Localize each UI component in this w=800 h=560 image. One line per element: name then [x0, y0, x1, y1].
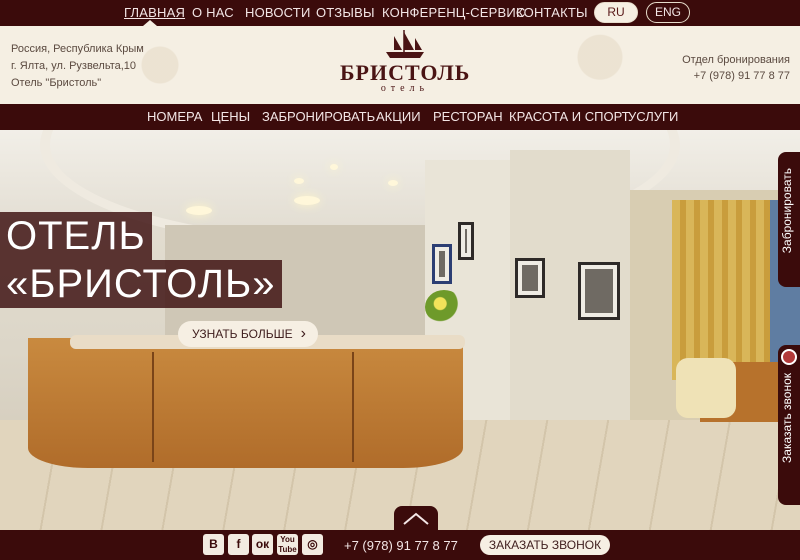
- nav-item-news[interactable]: НОВОСТИ: [245, 5, 311, 20]
- instagram-icon[interactable]: ◎: [302, 534, 323, 555]
- nav-item-about[interactable]: О НАС: [192, 5, 234, 20]
- hero-lobby-image: ОТЕЛЬ «БРИСТОЛЬ» УЗНАТЬ БОЛЬШЕ ›: [0, 130, 800, 530]
- vk-icon[interactable]: В: [203, 534, 224, 555]
- menu-item-rooms[interactable]: НОМЕРА: [147, 109, 202, 124]
- ceiling-light: [388, 180, 398, 186]
- booking-label: Отдел бронирования: [682, 54, 790, 66]
- book-side-tab-label: Забронировать: [780, 168, 794, 254]
- address-line-hotel: Отель "Бристоль": [11, 77, 102, 89]
- hotel-logo[interactable]: БРИСТОЛЬ отель: [340, 30, 470, 100]
- nav-item-conference[interactable]: КОНФЕРЕНЦ-СЕРВИС: [382, 5, 526, 20]
- language-ru-button[interactable]: RU: [594, 2, 638, 23]
- nav-item-home[interactable]: ГЛАВНАЯ: [124, 5, 185, 20]
- ceiling-lamp: [294, 196, 320, 205]
- menu-item-services[interactable]: УСЛУГИ: [628, 109, 678, 124]
- ship-icon: [386, 30, 424, 58]
- counter-panel-line: [352, 352, 354, 462]
- order-call-button[interactable]: ЗАКАЗАТЬ ЗВОНОК: [480, 535, 610, 555]
- book-side-tab[interactable]: Забронировать: [778, 152, 800, 287]
- language-eng-button[interactable]: ENG: [646, 2, 690, 23]
- footer-phone[interactable]: +7 (978) 91 77 8 77: [344, 538, 458, 553]
- menu-item-prices[interactable]: ЦЕНЫ: [211, 109, 250, 124]
- reception-counter: [28, 338, 463, 468]
- address-line-street: г. Ялта, ул. Рузвельта,10: [11, 60, 137, 72]
- youtube-icon[interactable]: You Tube: [277, 534, 298, 555]
- hotel-address: Россия, Республика Крым г. Ялта, ул. Руз…: [11, 41, 144, 92]
- nav-item-reviews[interactable]: ОТЗЫВЫ: [316, 5, 375, 20]
- menu-item-beauty-sport[interactable]: КРАСОТА И СПОРТ: [509, 109, 630, 124]
- booking-info: Отдел бронирования +7 (978) 91 77 8 77: [682, 52, 790, 84]
- facebook-icon[interactable]: f: [228, 534, 249, 555]
- learn-more-button[interactable]: УЗНАТЬ БОЛЬШЕ ›: [178, 321, 318, 347]
- wall-picture: [578, 262, 620, 320]
- ceiling-light: [330, 164, 338, 170]
- nav-item-contacts[interactable]: КОНТАКТЫ: [516, 5, 588, 20]
- callback-side-tab-label: Заказать звонок: [780, 373, 794, 463]
- curtain: [672, 200, 772, 380]
- address-line-country: Россия, Республика Крым: [11, 43, 144, 55]
- scroll-top-button[interactable]: [394, 506, 438, 532]
- chevron-right-icon: ›: [300, 325, 306, 342]
- hero-title-line1: ОТЕЛЬ: [0, 212, 152, 260]
- wall-sign: [432, 244, 452, 284]
- phone-icon: [781, 349, 797, 365]
- odnoklassniki-icon[interactable]: ок: [252, 534, 273, 555]
- hero-title-line2: «БРИСТОЛЬ»: [0, 260, 282, 308]
- flower-vase: [425, 290, 463, 324]
- callback-side-tab[interactable]: Заказать звонок: [778, 345, 800, 505]
- booking-phone[interactable]: +7 (978) 91 77 8 77: [682, 68, 790, 84]
- top-navigation: ГЛАВНАЯ О НАС НОВОСТИ ОТЗЫВЫ КОНФЕРЕНЦ-С…: [0, 0, 800, 26]
- main-navigation: НОМЕРА ЦЕНЫ ЗАБРОНИРОВАТЬ АКЦИИ РЕСТОРАН…: [0, 104, 800, 130]
- wall-picture: [515, 258, 545, 298]
- wall-picture: [458, 222, 474, 260]
- armchair: [676, 358, 736, 418]
- chevron-up-icon: [403, 512, 429, 525]
- ceiling-light: [294, 178, 304, 184]
- menu-item-book[interactable]: ЗАБРОНИРОВАТЬ: [262, 109, 375, 124]
- ceiling-lamp: [186, 206, 212, 215]
- learn-more-label: УЗНАТЬ БОЛЬШЕ: [192, 327, 293, 341]
- menu-item-restaurant[interactable]: РЕСТОРАН: [433, 109, 503, 124]
- menu-item-offers[interactable]: АКЦИИ: [376, 109, 421, 124]
- counter-panel-line: [152, 352, 154, 462]
- footer-bar: В f ок You Tube ◎ +7 (978) 91 77 8 77 ЗА…: [0, 530, 800, 560]
- header: Россия, Республика Крым г. Ялта, ул. Руз…: [0, 26, 800, 104]
